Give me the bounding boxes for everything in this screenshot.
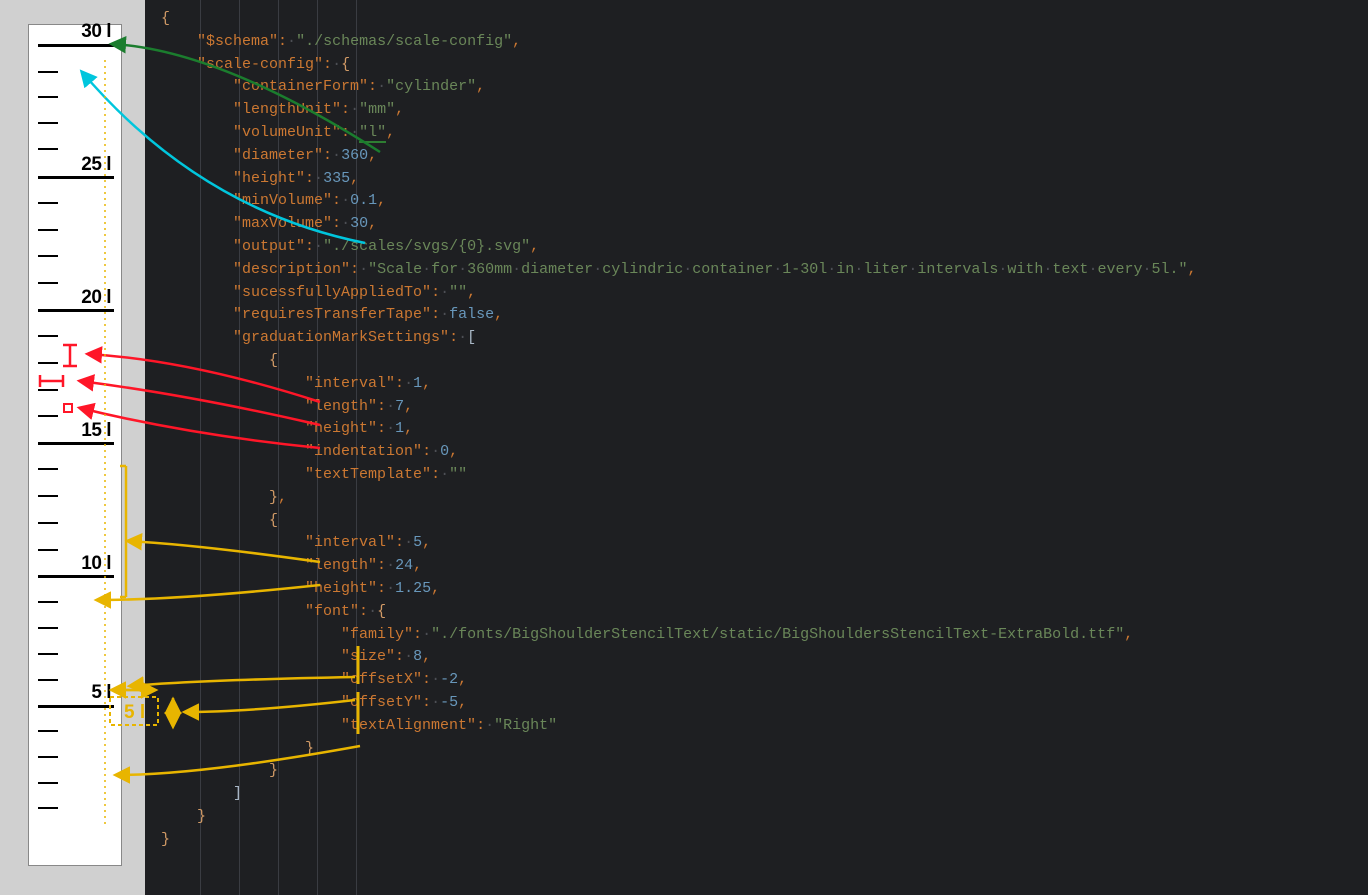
code-line[interactable]: "graduationMarkSettings":·[: [145, 327, 1368, 350]
code-line[interactable]: "textTemplate":·"": [145, 464, 1368, 487]
scale-label: 25 l: [81, 154, 111, 176]
code-line[interactable]: "offsetX":·-2,: [145, 669, 1368, 692]
tick-minor: [38, 202, 58, 204]
code-line[interactable]: "length":·7,: [145, 396, 1368, 419]
tick-minor: [38, 255, 58, 257]
code-line[interactable]: "containerForm":·"cylinder",: [145, 76, 1368, 99]
tick-minor: [38, 362, 58, 364]
tick-minor: [38, 282, 58, 284]
code-line[interactable]: "volumeUnit":·"l",: [145, 122, 1368, 145]
code-line[interactable]: "font":·{: [145, 601, 1368, 624]
scale-preview-panel: 30 l 25 l 20 l 15 l 10 l 5 l: [28, 24, 122, 866]
code-line[interactable]: "height":·335,: [145, 168, 1368, 191]
code-line[interactable]: ]: [145, 783, 1368, 806]
tick-minor: [38, 627, 58, 629]
tick-minor: [38, 679, 58, 681]
tick-minor: [38, 782, 58, 784]
code-line[interactable]: "height":·1,: [145, 418, 1368, 441]
tick-minor: [38, 122, 58, 124]
tick-minor: [38, 601, 58, 603]
tick-minor: [38, 335, 58, 337]
tick-major: [38, 575, 114, 578]
code-line[interactable]: }: [145, 738, 1368, 761]
tick-minor: [38, 389, 58, 391]
code-line[interactable]: "description":·"Scale·for·360mm·diameter…: [145, 259, 1368, 282]
tick-minor: [38, 549, 58, 551]
code-editor[interactable]: { "$schema":·"./schemas/scale-config", "…: [145, 0, 1368, 895]
scale-label: 5 l: [91, 682, 111, 704]
tick-minor: [38, 730, 58, 732]
code-line[interactable]: "requiresTransferTape":·false,: [145, 304, 1368, 327]
code-line[interactable]: "maxVolume":·30,: [145, 213, 1368, 236]
tick-minor: [38, 71, 58, 73]
scale-label: 30 l: [81, 21, 111, 43]
tick-minor: [38, 653, 58, 655]
tick-minor: [38, 415, 58, 417]
code-line[interactable]: "size":·8,: [145, 646, 1368, 669]
code-lines[interactable]: { "$schema":·"./schemas/scale-config", "…: [145, 8, 1368, 851]
tick-minor: [38, 756, 58, 758]
code-line[interactable]: "scale-config":·{: [145, 54, 1368, 77]
code-line[interactable]: "$schema":·"./schemas/scale-config",: [145, 31, 1368, 54]
code-line[interactable]: }: [145, 760, 1368, 783]
tick-minor: [38, 229, 58, 231]
code-line[interactable]: },: [145, 487, 1368, 510]
tick-major: [38, 176, 114, 179]
tick-minor: [38, 495, 58, 497]
scale-label: 10 l: [81, 553, 111, 575]
code-line[interactable]: "sucessfullyAppliedTo":·"",: [145, 282, 1368, 305]
code-line[interactable]: {: [145, 350, 1368, 373]
code-line[interactable]: "height":·1.25,: [145, 578, 1368, 601]
tick-major: [38, 442, 114, 445]
tick-major: [38, 705, 114, 708]
code-line[interactable]: {: [145, 510, 1368, 533]
tick-minor: [38, 522, 58, 524]
svg-text:5 l: 5 l: [124, 702, 145, 723]
code-line[interactable]: }: [145, 806, 1368, 829]
code-line[interactable]: }: [145, 829, 1368, 852]
tick-minor: [38, 807, 58, 809]
code-line[interactable]: "minVolume":·0.1,: [145, 190, 1368, 213]
code-line[interactable]: "indentation":·0,: [145, 441, 1368, 464]
code-line[interactable]: "offsetY":·-5,: [145, 692, 1368, 715]
tick-major: [38, 44, 114, 47]
tick-minor: [38, 96, 58, 98]
code-line[interactable]: "family":·"./fonts/BigShoulderStencilTex…: [145, 624, 1368, 647]
code-line[interactable]: "output":·"./scales/svgs/{0}.svg",: [145, 236, 1368, 259]
code-line[interactable]: "lengthUnit":·"mm",: [145, 99, 1368, 122]
code-line[interactable]: "diameter":·360,: [145, 145, 1368, 168]
code-line[interactable]: "length":·24,: [145, 555, 1368, 578]
scale-label: 15 l: [81, 420, 111, 442]
code-line[interactable]: "textAlignment":·"Right": [145, 715, 1368, 738]
scale-label: 20 l: [81, 287, 111, 309]
code-line[interactable]: "interval":·5,: [145, 532, 1368, 555]
tick-minor: [38, 148, 58, 150]
code-line[interactable]: "interval":·1,: [145, 373, 1368, 396]
tick-major: [38, 309, 114, 312]
code-line[interactable]: {: [145, 8, 1368, 31]
tick-minor: [38, 468, 58, 470]
